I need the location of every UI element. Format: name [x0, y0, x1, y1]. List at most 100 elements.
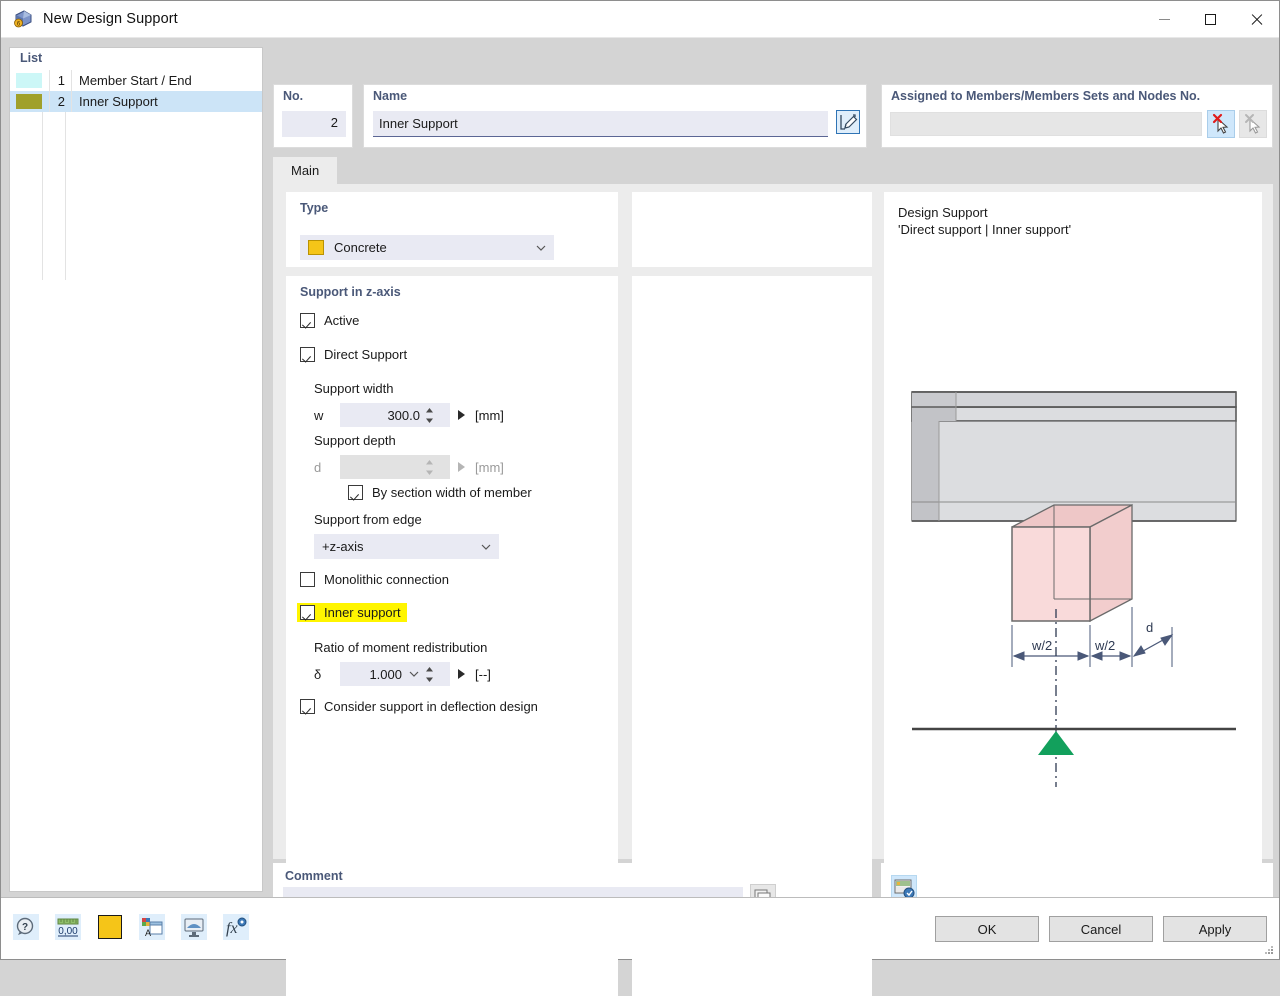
stepper-icon[interactable] [425, 407, 433, 423]
inner-support-label: Inner support [324, 605, 401, 620]
tab-main[interactable]: Main [273, 157, 337, 184]
support-width-input[interactable]: 300.0 [340, 403, 450, 427]
close-icon [1250, 13, 1263, 26]
ratio-row: δ 1.000 [--] [314, 662, 491, 686]
list-header: List [10, 48, 262, 70]
assigned-input[interactable] [890, 112, 1202, 136]
svg-text:?: ? [22, 922, 28, 933]
graphic-title-line2: 'Direct support | Inner support' [898, 221, 1071, 238]
title-bar: 6 New Design Support [1, 1, 1279, 38]
monolithic-label: Monolithic connection [324, 572, 449, 587]
list-empty-row [10, 175, 262, 196]
list-empty-row [10, 196, 262, 217]
formula-button[interactable]: fx [223, 914, 249, 940]
monolithic-checkbox[interactable] [300, 572, 315, 587]
inner-support-checkbox-row[interactable]: Inner support [297, 603, 407, 623]
close-button[interactable] [1233, 1, 1279, 38]
type-color-swatch [308, 240, 324, 255]
edit-name-button[interactable] [836, 110, 860, 134]
number-value: 2 [282, 111, 346, 137]
support-width-symbol: w [314, 408, 340, 423]
type-panel: Type Concrete [286, 192, 618, 267]
list-empty-row [10, 112, 262, 133]
number-label: No. [274, 85, 352, 103]
minimize-icon [1159, 19, 1170, 20]
minimize-button[interactable] [1141, 1, 1187, 38]
support-depth-row: d [mm] [314, 455, 504, 479]
display-properties-button[interactable]: A [139, 914, 165, 940]
type-value: Concrete [334, 240, 387, 255]
apply-button[interactable]: Apply [1163, 916, 1267, 942]
type-select[interactable]: Concrete [300, 235, 554, 260]
deflection-checkbox-row[interactable]: Consider support in deflection design [300, 699, 538, 714]
direct-support-checkbox[interactable] [300, 347, 315, 362]
ratio-label: Ratio of moment redistribution [314, 640, 487, 655]
ok-button[interactable]: OK [935, 916, 1039, 942]
support-depth-input [340, 455, 450, 479]
inner-support-checkbox[interactable] [300, 605, 315, 620]
number-panel: No. 2 [273, 84, 353, 148]
support-width-row: w 300.0 [mm] [314, 403, 504, 427]
list-item-label: Member Start / End [71, 70, 262, 91]
name-input[interactable] [373, 111, 828, 137]
dim-w-half-left: w/2 [1031, 638, 1052, 653]
comment-label: Comment [273, 863, 795, 883]
dim-d: d [1146, 620, 1153, 635]
list-panel: List 1 Member Start / End 2 Inner Suppor… [9, 47, 263, 892]
list-empty-row [10, 259, 262, 280]
list-empty-row [10, 217, 262, 238]
bottom-toolbar: ? 0,00 [13, 914, 255, 940]
graphic-title-line1: Design Support [898, 204, 1071, 221]
maximize-button[interactable] [1187, 1, 1233, 38]
ratio-unit: [--] [475, 667, 491, 682]
maximize-icon [1205, 14, 1216, 25]
direct-support-label: Direct Support [324, 347, 407, 362]
list-item-color-swatch [16, 94, 42, 109]
direct-support-checkbox-row[interactable]: Direct Support [300, 347, 407, 362]
svg-text:fx: fx [226, 920, 238, 937]
deflection-label: Consider support in deflection design [324, 699, 538, 714]
stepper-icon [425, 459, 433, 475]
tab-strip: Main [273, 157, 1273, 184]
dim-w-half-right: w/2 [1094, 638, 1115, 653]
assigned-label: Assigned to Members/Members Sets and Nod… [882, 85, 1272, 103]
axis-and-node [912, 609, 1236, 787]
deflection-checkbox[interactable] [300, 699, 315, 714]
support-block-graphic [1012, 505, 1132, 621]
by-section-width-checkbox-row[interactable]: By section width of member [348, 485, 532, 500]
pick-button[interactable] [1239, 110, 1267, 138]
list-empty-row [10, 154, 262, 175]
resize-grip[interactable] [1264, 945, 1274, 955]
list-item[interactable]: 2 Inner Support [10, 91, 262, 112]
main-content: Type Concrete Support in z-axis Active [273, 184, 1273, 859]
name-label: Name [364, 85, 866, 103]
visibility-button[interactable] [181, 914, 207, 940]
chevron-down-icon [481, 542, 490, 551]
support-from-edge-select[interactable]: +z-axis [314, 534, 499, 559]
list-item-number: 2 [49, 91, 71, 112]
chevron-down-icon[interactable] [409, 670, 418, 678]
open-dialog-arrow-icon[interactable] [458, 410, 465, 420]
active-checkbox[interactable] [300, 313, 315, 328]
pick-with-delete-button[interactable] [1207, 110, 1235, 138]
by-section-width-label: By section width of member [372, 485, 532, 500]
color-swatch-icon [98, 915, 122, 939]
middle-top-panel [632, 192, 872, 267]
support-width-unit: [mm] [475, 408, 504, 423]
stepper-icon[interactable] [425, 666, 433, 682]
monolithic-checkbox-row[interactable]: Monolithic connection [300, 572, 449, 587]
ratio-input[interactable]: 1.000 [340, 662, 450, 686]
open-dialog-arrow-icon[interactable] [458, 669, 465, 679]
color-swatch-button[interactable] [97, 914, 123, 940]
list-item[interactable]: 1 Member Start / End [10, 70, 262, 91]
cancel-button[interactable]: Cancel [1049, 916, 1153, 942]
svg-text:A: A [145, 928, 151, 938]
units-button[interactable]: 0,00 [55, 914, 81, 940]
list-empty-row [10, 238, 262, 259]
app-icon: 6 [12, 8, 34, 30]
by-section-width-checkbox[interactable] [348, 485, 363, 500]
help-button[interactable]: ? [13, 914, 39, 940]
graphic-panel: Design Support 'Direct support | Inner s… [884, 192, 1262, 919]
dimension-labels: w/2 w/2 d [1031, 620, 1153, 653]
active-checkbox-row[interactable]: Active [300, 313, 359, 328]
